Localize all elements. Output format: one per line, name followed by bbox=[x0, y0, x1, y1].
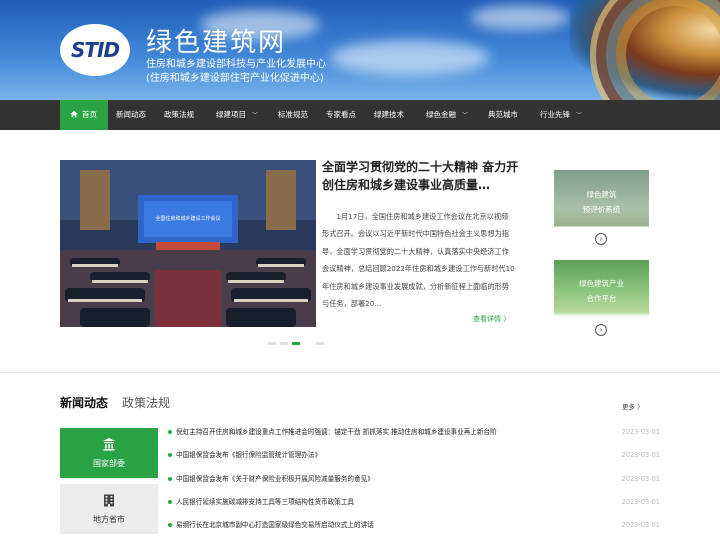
card-label-line2: 合作平台 bbox=[586, 294, 617, 303]
news-title[interactable]: 人民银行延续实施碳减排支持工具等三项结构性货币政策工具 bbox=[176, 496, 354, 508]
cloud-decoration bbox=[470, 5, 570, 30]
category-national-ministries[interactable]: 国家部委 bbox=[60, 428, 158, 478]
nav-item-label: 标准规范 bbox=[278, 110, 308, 119]
featured-image[interactable]: 全国住房和城乡建设工作会议 bbox=[60, 160, 316, 327]
slider-dot-active[interactable] bbox=[292, 342, 300, 345]
arrow-right-icon[interactable]: › bbox=[595, 324, 607, 336]
news-item[interactable]: 中国银保监会发布《关于财产保险业积极开展风险减量服务的意见》 2023-03-0… bbox=[168, 473, 660, 485]
news-title[interactable]: 中国银保监会发布《关于财产保险业积极开展风险减量服务的意见》 bbox=[176, 473, 374, 485]
chevron-down-icon: ﹀ bbox=[462, 112, 469, 119]
bullet-icon bbox=[168, 523, 172, 527]
news-title[interactable]: 易纲行长在北京城市副中心打造国家级绿色交易所启动仪式上的讲话 bbox=[176, 519, 374, 531]
news-item[interactable]: 倪虹主持召开住房和城乡建设重点工作推进会时强调：锚定干劲 抓抓落实 推动住房和城… bbox=[168, 426, 660, 438]
conference-photo: 全国住房和城乡建设工作会议 bbox=[60, 160, 316, 327]
news-title[interactable]: 中国银保监会发布《银行保险监管统计管理办法》 bbox=[176, 449, 321, 461]
news-date: 2023-03-01 bbox=[621, 475, 660, 483]
bullet-icon bbox=[168, 477, 172, 481]
nav-item-experts[interactable]: 专家看点 bbox=[326, 100, 356, 130]
site-logo[interactable]: STID bbox=[60, 24, 130, 76]
category-label: 地方省市 bbox=[93, 515, 125, 524]
news-item[interactable]: 易纲行长在北京城市副中心打造国家级绿色交易所启动仪式上的讲话 2023-03-0… bbox=[168, 519, 660, 531]
site-title[interactable]: 绿色建筑网 bbox=[146, 22, 286, 59]
news-date: 2023-03-01 bbox=[621, 521, 660, 529]
news-item[interactable]: 人民银行延续实施碳减排支持工具等三项结构性货币政策工具 2023-03-01 bbox=[168, 496, 660, 508]
card-label-line2: 预评价系统 bbox=[582, 205, 621, 214]
main-nav: 首页 新闻动态 政策法规 绿建项目 ﹀ 标准规范 专家看点 绿建技术 绿色金融 ﹀ … bbox=[0, 100, 720, 130]
green-building-evaluation-card[interactable]: 绿色建筑 预评价系统 › bbox=[554, 170, 649, 257]
nav-item-policy[interactable]: 政策法规 bbox=[164, 100, 194, 130]
nav-item-home[interactable]: 首页 bbox=[60, 100, 108, 130]
green-industry-platform-card[interactable]: 绿色建筑产业 合作平台 › bbox=[554, 260, 649, 347]
nav-item-label: 绿色金融 bbox=[426, 110, 456, 119]
news-date: 2023-03-01 bbox=[621, 451, 660, 459]
slider-dot[interactable] bbox=[268, 342, 276, 345]
nav-item-model-cities[interactable]: 典范城市 bbox=[488, 100, 518, 130]
bank-icon bbox=[103, 438, 115, 451]
nav-item-technology[interactable]: 绿建技术 bbox=[374, 100, 404, 130]
featured-title[interactable]: 全面学习贯彻党的二十大精神 奋力开创住房和城乡建设事业高质量… bbox=[322, 158, 520, 194]
bullet-icon bbox=[168, 453, 172, 457]
nav-item-label: 典范城市 bbox=[488, 110, 518, 119]
category-local-provinces[interactable]: 地方省市 bbox=[60, 484, 158, 534]
site-subtitle-2: (住房和城乡建设部住宅产业化促进中心) bbox=[146, 73, 324, 84]
news-date: 2023-03-01 bbox=[621, 498, 660, 506]
bullet-icon bbox=[168, 500, 172, 504]
tab-policy[interactable]: 政策法规 bbox=[122, 394, 170, 411]
building-icon bbox=[104, 494, 114, 507]
chevron-down-icon: ﹀ bbox=[252, 112, 259, 119]
card-label-line1: 绿色建筑产业 bbox=[579, 279, 624, 288]
nav-item-projects[interactable]: 绿建项目 ﹀ bbox=[216, 100, 258, 130]
card-label-line1: 绿色建筑 bbox=[586, 190, 617, 199]
cloud-decoration bbox=[330, 40, 490, 75]
news-item[interactable]: 中国银保监会发布《银行保险监管统计管理办法》 2023-03-01 bbox=[168, 449, 660, 461]
nav-item-label: 行业先锋 bbox=[540, 110, 570, 119]
chevron-down-icon: ﹀ bbox=[576, 112, 583, 119]
nav-item-finance[interactable]: 绿色金融 ﹀ bbox=[426, 100, 468, 130]
bullet-icon bbox=[168, 430, 172, 434]
temple-ceiling-image bbox=[590, 0, 720, 100]
site-header: STID 绿色建筑网 住房和城乡建设部科技与产业化发展中心 (住房和城乡建设部住… bbox=[0, 0, 720, 100]
news-title[interactable]: 倪虹主持召开住房和城乡建设重点工作推进会时强调：锚定干劲 抓抓落实 推动住房和城… bbox=[176, 426, 497, 438]
nav-item-label: 新闻动态 bbox=[116, 110, 146, 119]
nav-item-label: 绿建项目 bbox=[216, 110, 246, 119]
featured-more-link[interactable]: 查看详情 〉 bbox=[473, 314, 510, 324]
slider-dot[interactable] bbox=[280, 342, 288, 345]
section-divider bbox=[0, 372, 720, 373]
nav-item-label: 绿建技术 bbox=[374, 110, 404, 119]
more-link[interactable]: 更多 〉 bbox=[622, 401, 644, 411]
featured-summary: 1月17日，全国住房和城乡建设工作会议在北京以视频形式召开。会议以习近平新时代中… bbox=[322, 212, 515, 309]
nav-item-pioneers[interactable]: 行业先锋 ﹀ bbox=[540, 100, 582, 130]
nav-item-news[interactable]: 新闻动态 bbox=[116, 100, 146, 130]
arrow-right-icon[interactable]: › bbox=[595, 233, 607, 245]
tab-news[interactable]: 新闻动态 bbox=[60, 394, 108, 411]
category-label: 国家部委 bbox=[93, 459, 125, 468]
home-icon bbox=[70, 110, 78, 118]
news-date: 2023-03-01 bbox=[621, 428, 660, 436]
site-subtitle-1: 住房和城乡建设部科技与产业化发展中心 bbox=[146, 59, 326, 70]
slider-dot[interactable] bbox=[316, 342, 324, 345]
nav-item-label: 首页 bbox=[82, 110, 97, 119]
logo-text: STID bbox=[70, 38, 120, 62]
nav-item-standards[interactable]: 标准规范 bbox=[278, 100, 308, 130]
nav-item-label: 专家看点 bbox=[326, 110, 356, 119]
banner-text: 全国住房和城乡建设工作会议 bbox=[155, 215, 220, 222]
nav-item-label: 政策法规 bbox=[164, 110, 194, 119]
